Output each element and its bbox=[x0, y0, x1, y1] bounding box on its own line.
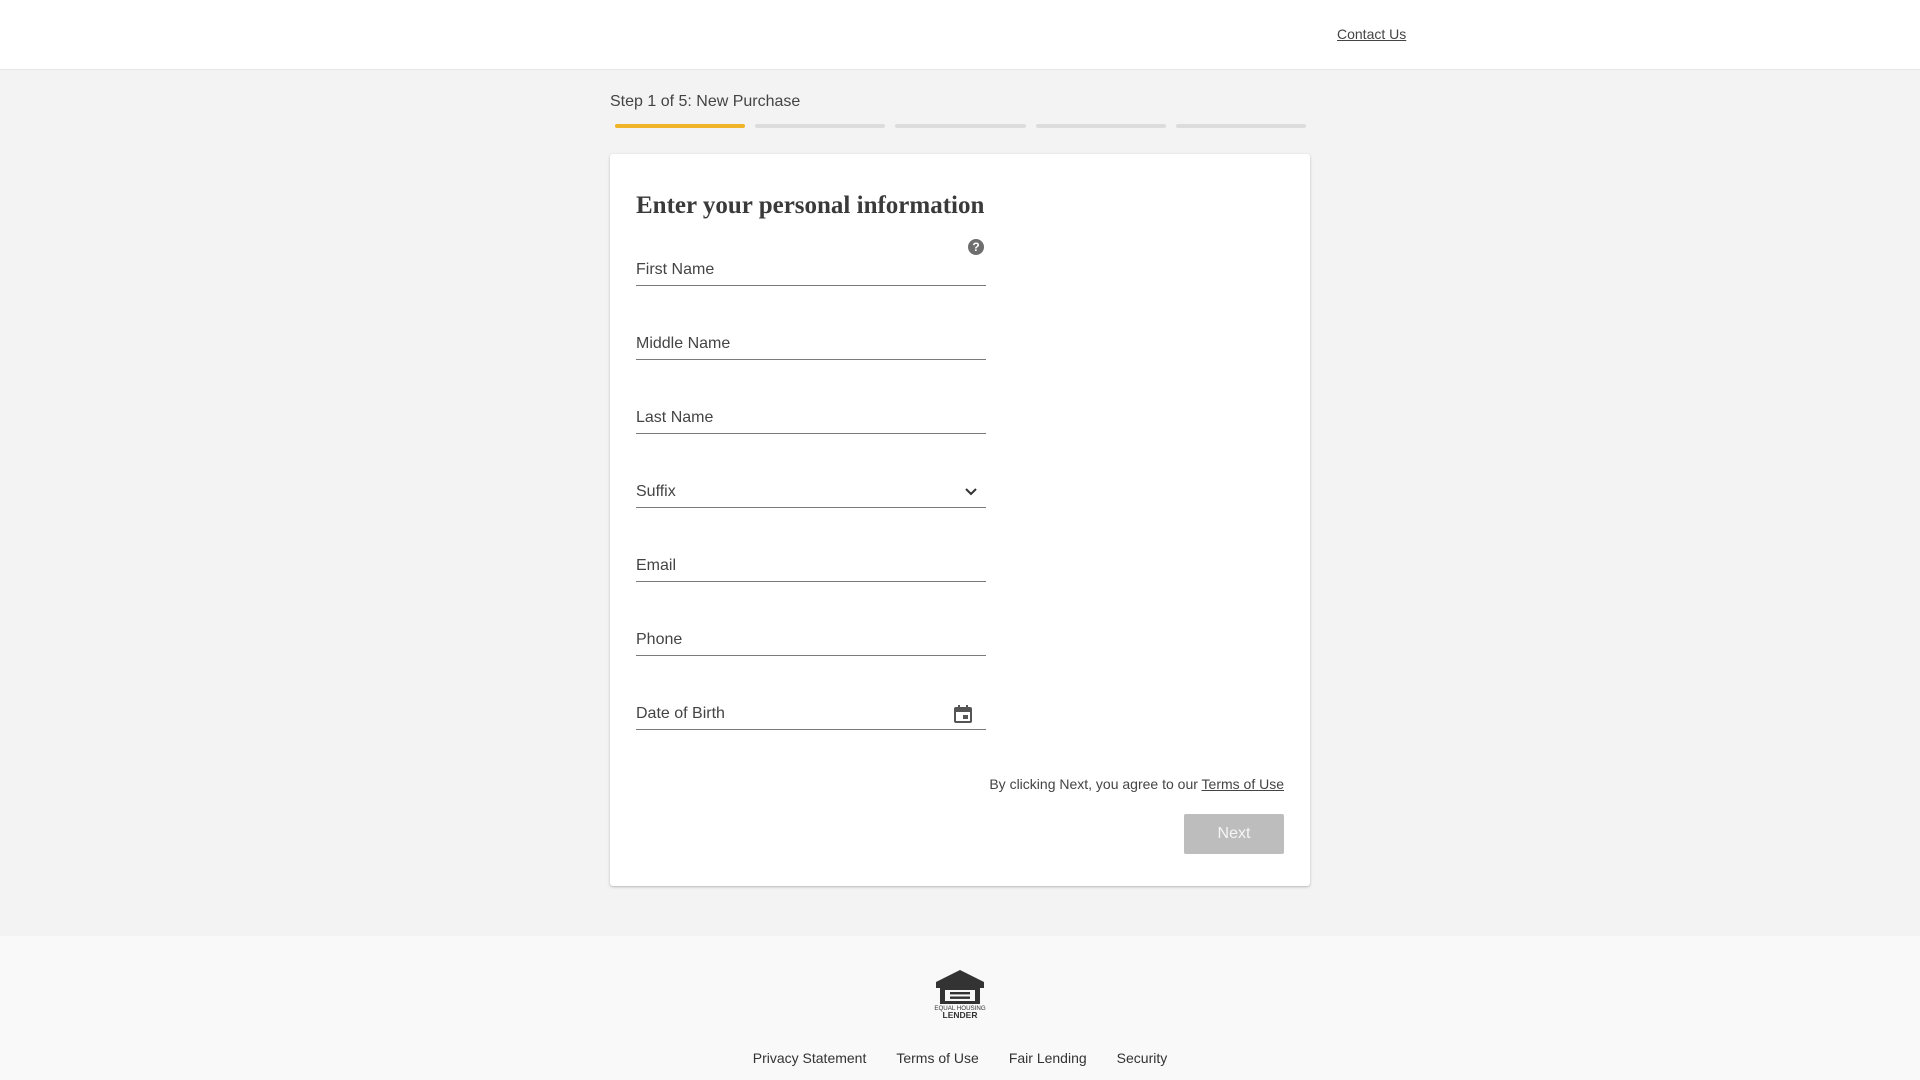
chevron-down-icon[interactable] bbox=[960, 481, 982, 503]
middle-name-field[interactable]: Middle Name bbox=[636, 322, 986, 360]
fair-lending-link[interactable]: Fair Lending bbox=[1009, 1050, 1087, 1066]
date-of-birth-field[interactable]: Date of Birth bbox=[636, 692, 986, 730]
step-label: Step 1 of 5: New Purchase bbox=[610, 93, 801, 110]
progress-segment-1 bbox=[615, 124, 746, 128]
progress-segment-2 bbox=[755, 124, 886, 128]
middle-name-label: Middle Name bbox=[636, 335, 731, 352]
progress-segment-4 bbox=[1035, 124, 1166, 128]
footer: EQUAL HOUSING LENDER Privacy Statement T… bbox=[0, 936, 1920, 1080]
next-button[interactable]: Next bbox=[1184, 814, 1284, 854]
last-name-label: Last Name bbox=[636, 409, 714, 426]
top-bar: Contact Us bbox=[0, 0, 1920, 70]
personal-info-card: Enter your personal information ? First … bbox=[610, 154, 1310, 886]
first-name-field[interactable]: First Name bbox=[636, 248, 986, 286]
email-field[interactable]: Email bbox=[636, 544, 986, 582]
suffix-label: Suffix bbox=[636, 483, 676, 500]
phone-field[interactable]: Phone bbox=[636, 618, 986, 656]
privacy-statement-link[interactable]: Privacy Statement bbox=[753, 1050, 867, 1066]
logo-text-bottom: LENDER bbox=[943, 1010, 978, 1020]
terms-prefix: By clicking Next, you agree to our bbox=[989, 776, 1198, 792]
progress-segment-5 bbox=[1175, 124, 1307, 128]
email-label: Email bbox=[636, 557, 677, 574]
footer-links: Privacy Statement Terms of Use Fair Lend… bbox=[0, 1050, 1920, 1066]
calendar-icon[interactable] bbox=[952, 703, 974, 725]
security-link[interactable]: Security bbox=[1117, 1050, 1168, 1066]
equal-housing-lender-icon: EQUAL HOUSING LENDER bbox=[934, 970, 986, 1020]
step-progress-bar bbox=[615, 124, 1307, 128]
contact-us-link[interactable]: Contact Us bbox=[1337, 26, 1406, 42]
page-title: Enter your personal information bbox=[636, 192, 985, 219]
terms-of-use-link[interactable]: Terms of Use bbox=[1202, 776, 1284, 792]
terms-agreement-text: By clicking Next, you agree to our Terms… bbox=[989, 776, 1284, 792]
date-of-birth-label: Date of Birth bbox=[636, 705, 725, 722]
footer-terms-of-use-link[interactable]: Terms of Use bbox=[896, 1050, 978, 1066]
progress-segment-3 bbox=[895, 124, 1026, 128]
last-name-field[interactable]: Last Name bbox=[636, 396, 986, 434]
phone-label: Phone bbox=[636, 631, 683, 648]
first-name-label: First Name bbox=[636, 261, 715, 278]
suffix-select[interactable]: Suffix bbox=[636, 470, 986, 508]
